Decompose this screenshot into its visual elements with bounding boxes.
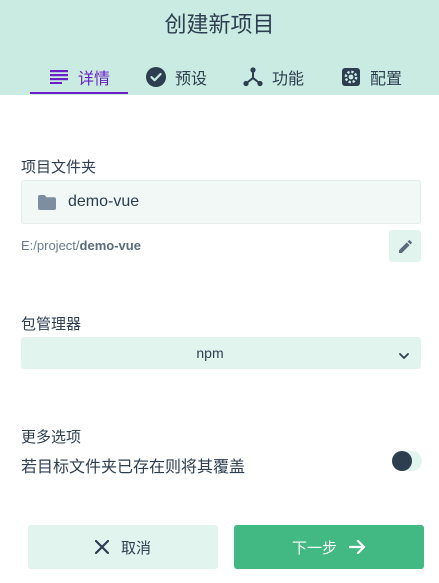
folder-path-prefix: E:/project/ bbox=[21, 238, 80, 253]
check-circle-icon bbox=[145, 66, 167, 88]
page-title: 创建新项目 bbox=[164, 12, 275, 37]
next-button[interactable]: 下一步 bbox=[234, 525, 424, 569]
tab-presets[interactable]: 预设 bbox=[145, 58, 207, 95]
toggle-knob bbox=[392, 451, 412, 471]
arrow-right-icon bbox=[349, 540, 366, 554]
active-tab-indicator bbox=[30, 92, 128, 94]
feature-nodes-icon bbox=[242, 66, 264, 88]
cancel-button-label: 取消 bbox=[120, 539, 151, 557]
tab-config[interactable]: 配置 bbox=[340, 58, 402, 95]
gear-icon bbox=[340, 66, 362, 88]
pencil-icon bbox=[398, 239, 412, 253]
edit-path-button[interactable] bbox=[389, 230, 421, 262]
folder-label: 项目文件夹 bbox=[21, 159, 97, 176]
tab-presets-label: 预设 bbox=[175, 70, 208, 88]
next-button-label: 下一步 bbox=[291, 539, 337, 557]
folder-input[interactable]: demo-vue bbox=[21, 180, 421, 224]
tab-details[interactable]: 详情 bbox=[48, 58, 110, 95]
list-icon bbox=[48, 66, 70, 88]
package-manager-select[interactable]: npm bbox=[21, 337, 421, 369]
tab-details-label: 详情 bbox=[78, 70, 111, 88]
tab-features-label: 功能 bbox=[272, 70, 305, 88]
overwrite-label: 若目标文件夹已存在则将其覆盖 bbox=[21, 459, 246, 476]
cancel-button[interactable]: 取消 bbox=[28, 525, 218, 569]
overwrite-toggle[interactable] bbox=[392, 451, 422, 471]
more-options-label: 更多选项 bbox=[21, 429, 82, 446]
header: 创建新项目 详情 预设 功能 配置 bbox=[0, 0, 439, 95]
package-manager-value: npm bbox=[196, 345, 224, 361]
close-icon bbox=[94, 540, 109, 554]
chevron-down-icon bbox=[399, 347, 409, 365]
folder-icon bbox=[38, 194, 56, 210]
tab-config-label: 配置 bbox=[370, 70, 403, 88]
folder-value: demo-vue bbox=[68, 193, 140, 210]
package-manager-label: 包管理器 bbox=[21, 316, 82, 333]
tab-features[interactable]: 功能 bbox=[242, 58, 304, 95]
folder-path: E:/project/demo-vue bbox=[21, 238, 141, 253]
folder-path-name: demo-vue bbox=[79, 238, 141, 253]
